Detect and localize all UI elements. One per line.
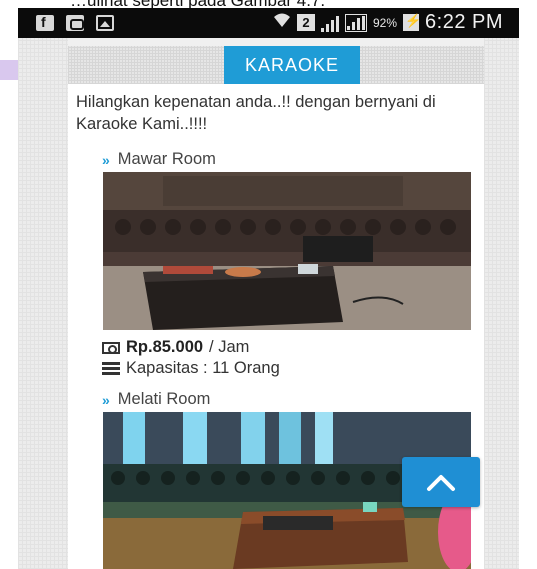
signal-icon-2 <box>344 13 367 32</box>
room-name: Mawar Room <box>117 150 216 168</box>
facebook-icon <box>36 14 54 31</box>
money-icon <box>102 341 120 354</box>
double-chevron-right-icon: » <box>102 391 110 408</box>
room-price-unit: / Jam <box>209 338 250 356</box>
wifi-icon <box>273 12 291 33</box>
page-title[interactable]: KARAOKE <box>224 46 360 84</box>
list-icon <box>102 362 120 375</box>
status-clock: 6:22 PM <box>425 11 503 33</box>
room-price: Rp.85.000 <box>126 338 204 356</box>
sim-indicator: 2 <box>296 14 315 31</box>
phone-screen: 2 92% 6:22 PM KARAOKE Hilangkan kepenata… <box>18 8 519 569</box>
room-title-melati[interactable]: » Melati Room <box>102 390 210 409</box>
background-document-fragment <box>0 60 20 260</box>
room-title-mawar[interactable]: » Mawar Room <box>102 150 216 169</box>
gallery-icon <box>96 15 114 31</box>
chevron-up-icon <box>427 475 455 491</box>
side-pattern-right <box>484 38 519 569</box>
room-name: Melati Room <box>117 390 211 408</box>
room-price-line: Rp.85.000 / Jam <box>102 338 249 357</box>
battery-percent: 92% <box>372 15 398 30</box>
scroll-to-top-button[interactable] <box>402 457 480 507</box>
double-chevron-right-icon: » <box>102 151 110 168</box>
status-bar: 2 92% 6:22 PM <box>18 8 519 38</box>
bbm-icon <box>66 15 84 31</box>
intro-text: Hilangkan kepenatan anda..!! dengan bern… <box>76 93 436 133</box>
room-capacity: Kapasitas : 11 Orang <box>126 359 280 377</box>
page-content: KARAOKE Hilangkan kepenatan anda..!! den… <box>68 46 484 569</box>
room-photo-mawar[interactable] <box>103 172 471 330</box>
side-pattern-left <box>18 38 68 569</box>
signal-icon <box>320 14 339 32</box>
screenshot-page: …ulihat seperti pada Gambar 4.7. 2 <box>0 0 537 569</box>
room-capacity-line: Kapasitas : 11 Orang <box>102 359 280 378</box>
battery-charging-icon <box>403 13 421 31</box>
background-decoration <box>0 60 18 80</box>
